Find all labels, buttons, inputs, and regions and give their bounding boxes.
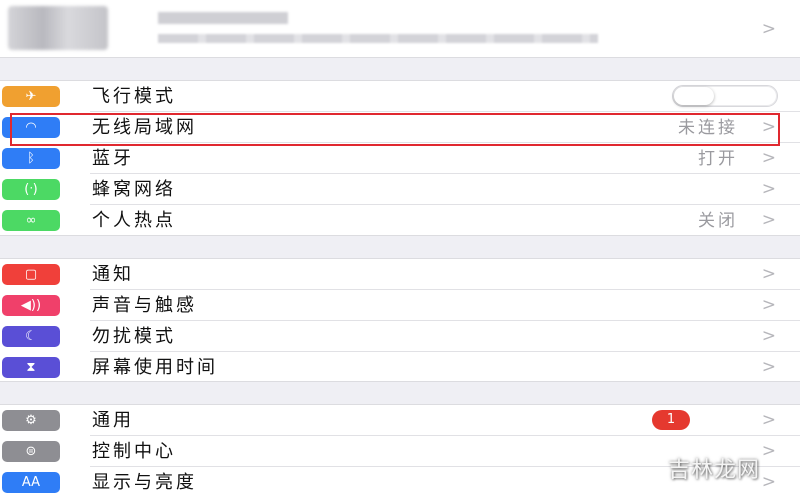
settings-row-label: 个人热点 [92, 210, 176, 231]
settings-row-label: 飞行模式 [92, 86, 176, 107]
settings-row-bluetooth[interactable]: ᛒ 蓝牙 打开 > [0, 143, 800, 174]
settings-row-sounds[interactable]: ◀)) 声音与触感 > [0, 290, 800, 321]
settings-row-general[interactable]: ⚙ 通用 1 > [0, 405, 800, 436]
notifications-icon: ▢ [2, 264, 60, 285]
chevron-right-icon: > [761, 326, 776, 346]
settings-row-label: 显示与亮度 [92, 472, 197, 493]
chevron-right-icon: > [761, 210, 776, 230]
toggle-knob [674, 87, 714, 105]
settings-row-value: 打开 [698, 149, 738, 169]
avatar [8, 6, 108, 50]
chevron-right-icon: > [761, 472, 776, 492]
gear-icon: ⚙ [2, 410, 60, 431]
settings-row-label: 声音与触感 [92, 295, 197, 316]
wifi-highlight-box [10, 113, 780, 146]
settings-row-cellular[interactable]: (ᐧ) 蜂窝网络 > [0, 174, 800, 205]
moon-icon: ☾ [2, 326, 60, 347]
settings-row-label: 屏幕使用时间 [92, 357, 218, 378]
notifications-group: ▢ 通知 > ◀)) 声音与触感 > ☾ 勿扰模式 > ⧗ 屏幕使用时间 > [0, 258, 800, 382]
settings-row-label: 蓝牙 [92, 148, 134, 169]
update-badge: 1 [652, 410, 690, 430]
settings-row-screentime[interactable]: ⧗ 屏幕使用时间 > [0, 352, 800, 383]
chevron-right-icon: > [761, 19, 776, 39]
settings-row-label: 勿扰模式 [92, 326, 176, 347]
chevron-right-icon: > [761, 264, 776, 284]
settings-row-value: 关闭 [698, 211, 738, 231]
chevron-right-icon: > [761, 295, 776, 315]
bluetooth-icon: ᛒ [2, 148, 60, 169]
chevron-right-icon: > [761, 179, 776, 199]
hotspot-icon: ∞ [2, 210, 60, 231]
display-icon: AA [2, 472, 60, 493]
hourglass-icon: ⧗ [2, 357, 60, 378]
settings-row-dnd[interactable]: ☾ 勿扰模式 > [0, 321, 800, 352]
chevron-right-icon: > [761, 410, 776, 430]
toggles-icon: ⊜ [2, 441, 60, 462]
connectivity-group: ✈ 飞行模式 ◠ 无线局域网 未连接 > ᛒ 蓝牙 打开 > (ᐧ) 蜂窝网络 > ∞ 个人热点 关闭 > [0, 80, 800, 236]
chevron-right-icon: > [761, 357, 776, 377]
profile-name-blurred [158, 12, 288, 24]
sound-icon: ◀)) [2, 295, 60, 316]
settings-row-label: 控制中心 [92, 441, 176, 462]
chevron-right-icon: > [761, 148, 776, 168]
settings-screen: > ✈ 飞行模式 ◠ 无线局域网 未连接 > ᛒ 蓝牙 打开 > (ᐧ) 蜂窝网络 > ∞ 个人热点 关闭 > … [0, 0, 800, 500]
airplane-icon: ✈ [2, 86, 60, 107]
chevron-right-icon: > [761, 441, 776, 461]
settings-row-label: 通用 [92, 410, 134, 431]
settings-row-notifications[interactable]: ▢ 通知 > [0, 259, 800, 290]
settings-row-label: 通知 [92, 264, 134, 285]
settings-row-hotspot[interactable]: ∞ 个人热点 关闭 > [0, 205, 800, 236]
airplane-mode-toggle[interactable] [672, 85, 778, 107]
settings-row-airplane[interactable]: ✈ 飞行模式 [0, 81, 800, 112]
settings-row-label: 蜂窝网络 [92, 179, 176, 200]
apple-id-profile-row[interactable]: > [0, 0, 800, 58]
profile-subtitle-blurred [158, 34, 598, 43]
cellular-icon: (ᐧ) [2, 179, 60, 200]
watermark: 吉林龙网 [668, 458, 761, 483]
